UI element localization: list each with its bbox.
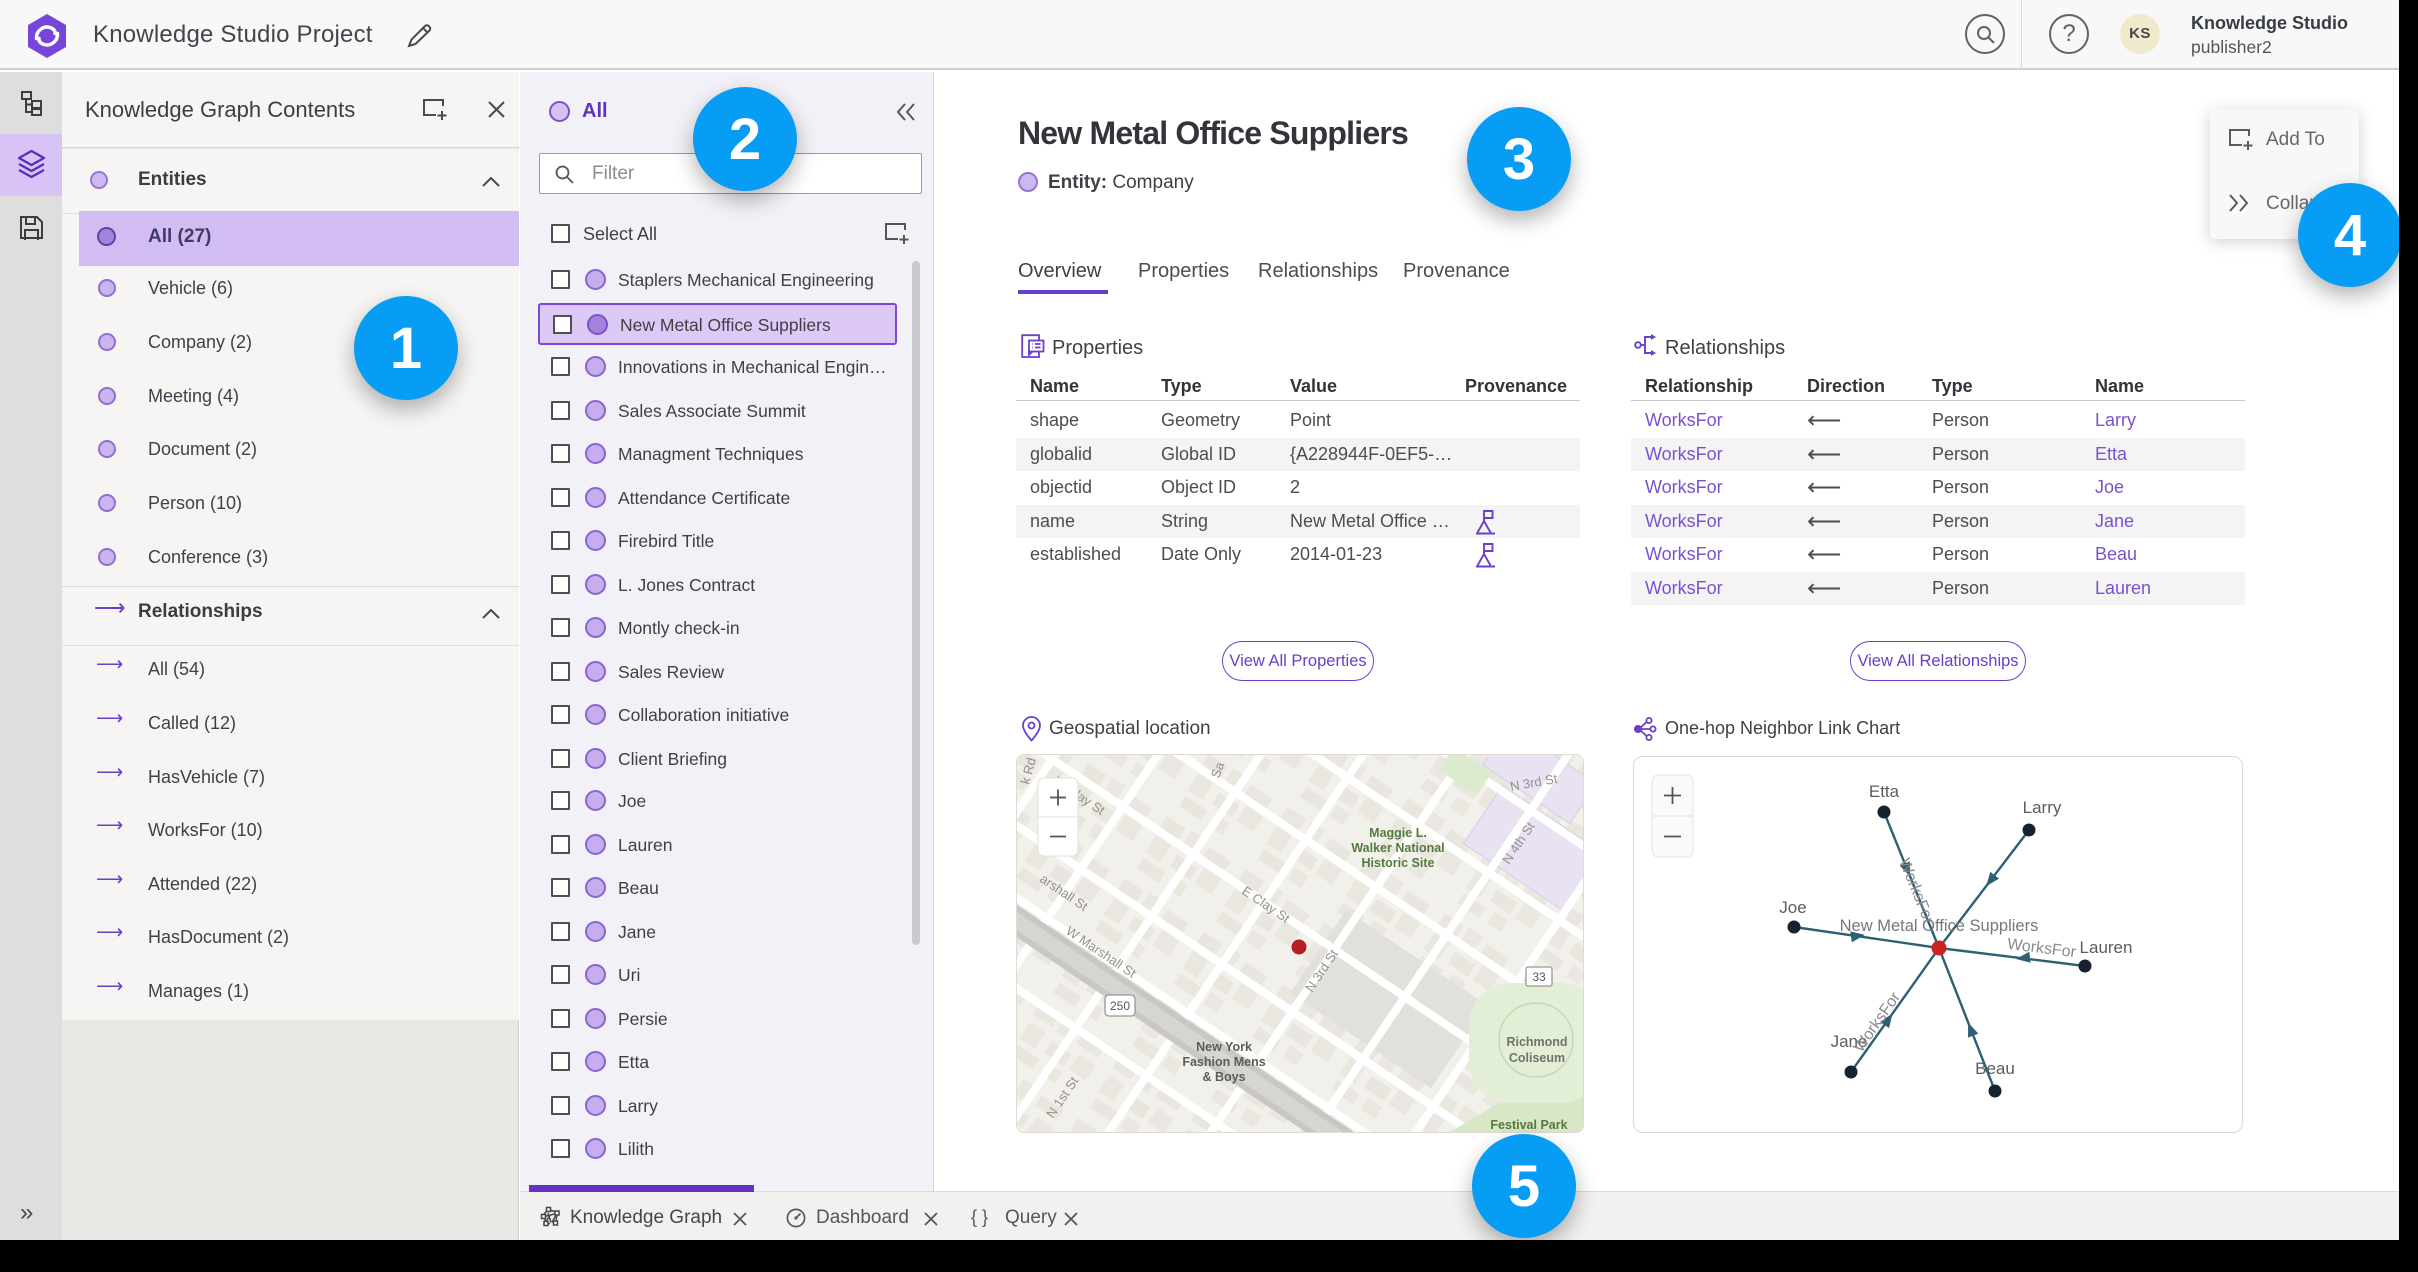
svg-text:Lauren: Lauren (2080, 938, 2133, 957)
svg-text:Joe: Joe (1779, 898, 1806, 917)
svg-text:Festival Park: Festival Park (1490, 1118, 1567, 1132)
svg-text:Walker National: Walker National (1351, 841, 1444, 855)
svg-text:33: 33 (1532, 970, 1546, 984)
svg-text:& Boys: & Boys (1202, 1070, 1245, 1084)
svg-text:New York: New York (1196, 1040, 1252, 1054)
svg-text:Richmond: Richmond (1506, 1035, 1567, 1049)
svg-text:WorksFor: WorksFor (1851, 989, 1905, 1056)
svg-text:Maggie L.: Maggie L. (1369, 826, 1427, 840)
svg-text:Beau: Beau (1975, 1059, 2015, 1078)
svg-text:Fashion Mens: Fashion Mens (1182, 1055, 1265, 1069)
svg-text:New Metal Office Suppliers: New Metal Office Suppliers (1840, 917, 2039, 935)
svg-text:Larry: Larry (2023, 798, 2062, 817)
svg-text:Coliseum: Coliseum (1509, 1051, 1565, 1065)
svg-text:Historic Site: Historic Site (1362, 856, 1435, 870)
svg-text:250: 250 (1110, 999, 1130, 1013)
svg-text:Etta: Etta (1869, 782, 1900, 801)
